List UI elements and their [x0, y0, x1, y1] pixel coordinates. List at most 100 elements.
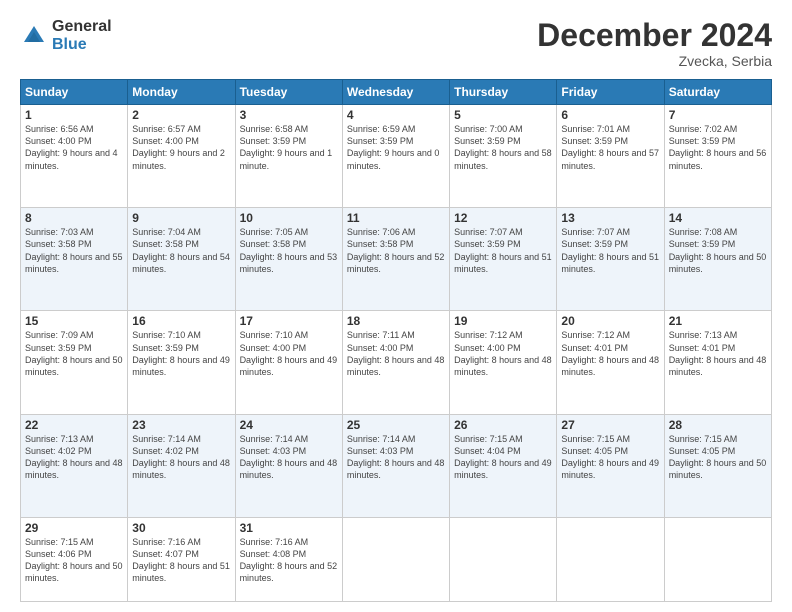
- calendar-header-row: SundayMondayTuesdayWednesdayThursdayFrid…: [21, 80, 772, 105]
- calendar-cell: 29Sunrise: 7:15 AM Sunset: 4:06 PM Dayli…: [21, 517, 128, 601]
- col-header-friday: Friday: [557, 80, 664, 105]
- week-row-2: 8Sunrise: 7:03 AM Sunset: 3:58 PM Daylig…: [21, 208, 772, 311]
- day-number: 23: [132, 418, 230, 432]
- day-number: 20: [561, 314, 659, 328]
- day-number: 3: [240, 108, 338, 122]
- day-number: 29: [25, 521, 123, 535]
- calendar-cell: 14Sunrise: 7:08 AM Sunset: 3:59 PM Dayli…: [664, 208, 771, 311]
- header: General Blue December 2024 Zvecka, Serbi…: [20, 18, 772, 69]
- calendar-cell: 6Sunrise: 7:01 AM Sunset: 3:59 PM Daylig…: [557, 105, 664, 208]
- day-number: 25: [347, 418, 445, 432]
- day-number: 8: [25, 211, 123, 225]
- col-header-saturday: Saturday: [664, 80, 771, 105]
- day-info: Sunrise: 6:57 AM Sunset: 4:00 PM Dayligh…: [132, 123, 230, 172]
- day-number: 11: [347, 211, 445, 225]
- day-number: 2: [132, 108, 230, 122]
- day-number: 22: [25, 418, 123, 432]
- day-number: 14: [669, 211, 767, 225]
- calendar-cell: 2Sunrise: 6:57 AM Sunset: 4:00 PM Daylig…: [128, 105, 235, 208]
- day-number: 13: [561, 211, 659, 225]
- day-info: Sunrise: 7:14 AM Sunset: 4:02 PM Dayligh…: [132, 433, 230, 482]
- calendar-cell: 30Sunrise: 7:16 AM Sunset: 4:07 PM Dayli…: [128, 517, 235, 601]
- col-header-wednesday: Wednesday: [342, 80, 449, 105]
- day-number: 27: [561, 418, 659, 432]
- calendar-cell: [664, 517, 771, 601]
- col-header-tuesday: Tuesday: [235, 80, 342, 105]
- day-number: 16: [132, 314, 230, 328]
- day-info: Sunrise: 7:01 AM Sunset: 3:59 PM Dayligh…: [561, 123, 659, 172]
- calendar-cell: 11Sunrise: 7:06 AM Sunset: 3:58 PM Dayli…: [342, 208, 449, 311]
- calendar-cell: [557, 517, 664, 601]
- day-info: Sunrise: 7:07 AM Sunset: 3:59 PM Dayligh…: [561, 226, 659, 275]
- day-number: 17: [240, 314, 338, 328]
- day-info: Sunrise: 7:09 AM Sunset: 3:59 PM Dayligh…: [25, 329, 123, 378]
- day-info: Sunrise: 7:13 AM Sunset: 4:02 PM Dayligh…: [25, 433, 123, 482]
- calendar-cell: 17Sunrise: 7:10 AM Sunset: 4:00 PM Dayli…: [235, 311, 342, 414]
- day-info: Sunrise: 7:16 AM Sunset: 4:07 PM Dayligh…: [132, 536, 230, 585]
- month-title: December 2024: [537, 18, 772, 53]
- day-info: Sunrise: 7:12 AM Sunset: 4:01 PM Dayligh…: [561, 329, 659, 378]
- day-number: 24: [240, 418, 338, 432]
- calendar-cell: 3Sunrise: 6:58 AM Sunset: 3:59 PM Daylig…: [235, 105, 342, 208]
- week-row-4: 22Sunrise: 7:13 AM Sunset: 4:02 PM Dayli…: [21, 414, 772, 517]
- day-info: Sunrise: 6:58 AM Sunset: 3:59 PM Dayligh…: [240, 123, 338, 172]
- day-number: 5: [454, 108, 552, 122]
- day-info: Sunrise: 7:07 AM Sunset: 3:59 PM Dayligh…: [454, 226, 552, 275]
- day-info: Sunrise: 7:15 AM Sunset: 4:05 PM Dayligh…: [669, 433, 767, 482]
- calendar-cell: 9Sunrise: 7:04 AM Sunset: 3:58 PM Daylig…: [128, 208, 235, 311]
- day-number: 30: [132, 521, 230, 535]
- calendar-cell: 10Sunrise: 7:05 AM Sunset: 3:58 PM Dayli…: [235, 208, 342, 311]
- calendar-cell: 8Sunrise: 7:03 AM Sunset: 3:58 PM Daylig…: [21, 208, 128, 311]
- day-info: Sunrise: 7:15 AM Sunset: 4:04 PM Dayligh…: [454, 433, 552, 482]
- logo: General Blue: [20, 18, 112, 53]
- day-number: 6: [561, 108, 659, 122]
- day-number: 1: [25, 108, 123, 122]
- calendar-cell: 20Sunrise: 7:12 AM Sunset: 4:01 PM Dayli…: [557, 311, 664, 414]
- calendar-cell: 28Sunrise: 7:15 AM Sunset: 4:05 PM Dayli…: [664, 414, 771, 517]
- day-number: 21: [669, 314, 767, 328]
- day-info: Sunrise: 7:05 AM Sunset: 3:58 PM Dayligh…: [240, 226, 338, 275]
- calendar-cell: 19Sunrise: 7:12 AM Sunset: 4:00 PM Dayli…: [450, 311, 557, 414]
- calendar-cell: 23Sunrise: 7:14 AM Sunset: 4:02 PM Dayli…: [128, 414, 235, 517]
- calendar-cell: 25Sunrise: 7:14 AM Sunset: 4:03 PM Dayli…: [342, 414, 449, 517]
- calendar-cell: 15Sunrise: 7:09 AM Sunset: 3:59 PM Dayli…: [21, 311, 128, 414]
- calendar-cell: 27Sunrise: 7:15 AM Sunset: 4:05 PM Dayli…: [557, 414, 664, 517]
- day-info: Sunrise: 7:14 AM Sunset: 4:03 PM Dayligh…: [240, 433, 338, 482]
- calendar-cell: 13Sunrise: 7:07 AM Sunset: 3:59 PM Dayli…: [557, 208, 664, 311]
- logo-icon: [20, 22, 48, 50]
- col-header-thursday: Thursday: [450, 80, 557, 105]
- calendar-cell: [342, 517, 449, 601]
- calendar-cell: 7Sunrise: 7:02 AM Sunset: 3:59 PM Daylig…: [664, 105, 771, 208]
- day-info: Sunrise: 7:10 AM Sunset: 4:00 PM Dayligh…: [240, 329, 338, 378]
- col-header-monday: Monday: [128, 80, 235, 105]
- col-header-sunday: Sunday: [21, 80, 128, 105]
- location-subtitle: Zvecka, Serbia: [537, 53, 772, 69]
- day-info: Sunrise: 7:10 AM Sunset: 3:59 PM Dayligh…: [132, 329, 230, 378]
- calendar-cell: 16Sunrise: 7:10 AM Sunset: 3:59 PM Dayli…: [128, 311, 235, 414]
- calendar-cell: 1Sunrise: 6:56 AM Sunset: 4:00 PM Daylig…: [21, 105, 128, 208]
- calendar-cell: 31Sunrise: 7:16 AM Sunset: 4:08 PM Dayli…: [235, 517, 342, 601]
- day-number: 15: [25, 314, 123, 328]
- day-info: Sunrise: 7:16 AM Sunset: 4:08 PM Dayligh…: [240, 536, 338, 585]
- logo-blue: Blue: [52, 36, 112, 54]
- day-info: Sunrise: 7:13 AM Sunset: 4:01 PM Dayligh…: [669, 329, 767, 378]
- title-block: December 2024 Zvecka, Serbia: [537, 18, 772, 69]
- day-info: Sunrise: 7:06 AM Sunset: 3:58 PM Dayligh…: [347, 226, 445, 275]
- week-row-1: 1Sunrise: 6:56 AM Sunset: 4:00 PM Daylig…: [21, 105, 772, 208]
- day-info: Sunrise: 7:15 AM Sunset: 4:05 PM Dayligh…: [561, 433, 659, 482]
- day-info: Sunrise: 7:03 AM Sunset: 3:58 PM Dayligh…: [25, 226, 123, 275]
- calendar-cell: [450, 517, 557, 601]
- day-info: Sunrise: 6:56 AM Sunset: 4:00 PM Dayligh…: [25, 123, 123, 172]
- day-info: Sunrise: 7:14 AM Sunset: 4:03 PM Dayligh…: [347, 433, 445, 482]
- day-number: 7: [669, 108, 767, 122]
- week-row-3: 15Sunrise: 7:09 AM Sunset: 3:59 PM Dayli…: [21, 311, 772, 414]
- day-number: 12: [454, 211, 552, 225]
- calendar-cell: 12Sunrise: 7:07 AM Sunset: 3:59 PM Dayli…: [450, 208, 557, 311]
- week-row-5: 29Sunrise: 7:15 AM Sunset: 4:06 PM Dayli…: [21, 517, 772, 601]
- calendar-cell: 26Sunrise: 7:15 AM Sunset: 4:04 PM Dayli…: [450, 414, 557, 517]
- day-number: 10: [240, 211, 338, 225]
- day-info: Sunrise: 6:59 AM Sunset: 3:59 PM Dayligh…: [347, 123, 445, 172]
- calendar-table: SundayMondayTuesdayWednesdayThursdayFrid…: [20, 79, 772, 602]
- day-number: 18: [347, 314, 445, 328]
- day-info: Sunrise: 7:02 AM Sunset: 3:59 PM Dayligh…: [669, 123, 767, 172]
